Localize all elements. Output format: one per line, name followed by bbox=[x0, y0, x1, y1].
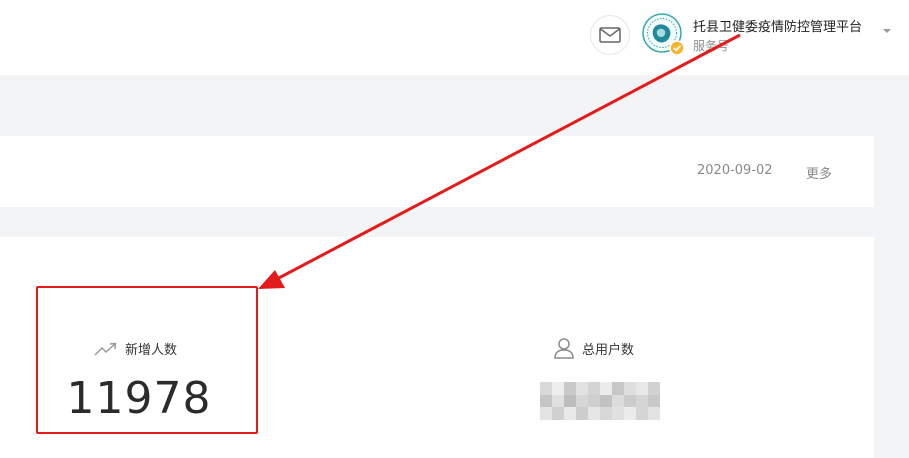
notice-card: 2020-09-02 更多 bbox=[0, 136, 874, 207]
caret-down-icon[interactable] bbox=[883, 29, 891, 33]
account-menu[interactable]: 托县卫健委疫情防控管理平台 服务号 bbox=[642, 13, 902, 61]
top-bar: 托县卫健委疫情防控管理平台 服务号 bbox=[0, 0, 909, 75]
account-type: 服务号 bbox=[693, 39, 730, 53]
highlight-annotation-box bbox=[36, 286, 258, 434]
notice-date: 2020-09-02 bbox=[697, 163, 773, 178]
account-logo-icon bbox=[642, 13, 685, 56]
more-link[interactable]: 更多 bbox=[806, 163, 832, 182]
mail-button[interactable] bbox=[590, 15, 630, 55]
mail-icon bbox=[599, 27, 621, 43]
user-icon bbox=[554, 338, 574, 359]
total-users-value-blurred bbox=[540, 382, 660, 420]
verified-badge-icon bbox=[669, 40, 685, 56]
account-name: 托县卫健委疫情防控管理平台 bbox=[693, 20, 863, 35]
total-users-label-row: 总用户数 bbox=[553, 337, 634, 359]
total-users-label: 总用户数 bbox=[582, 342, 635, 358]
